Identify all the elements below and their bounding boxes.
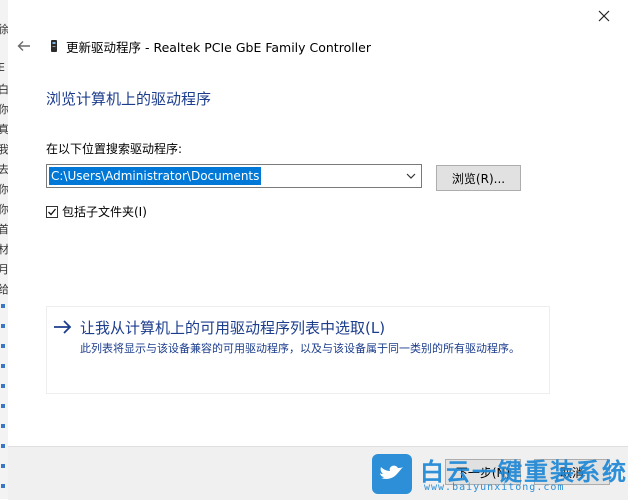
chevron-down-icon[interactable]	[405, 170, 417, 182]
network-adapter-icon	[51, 40, 57, 52]
bg-marker	[1, 384, 5, 388]
bg-marker	[1, 364, 5, 368]
search-location-label: 在以下位置搜索驱动程序:	[46, 142, 183, 156]
back-button[interactable]	[14, 36, 34, 56]
bg-marker	[1, 404, 5, 408]
bg-marker	[1, 444, 5, 448]
update-driver-dialog: 更新驱动程序 - Realtek PCIe GbE Family Control…	[8, 0, 628, 500]
pick-from-list-option[interactable]: 让我从计算机上的可用驱动程序列表中选取(L) 此列表将显示与该设备兼容的可用驱动…	[46, 306, 550, 394]
pick-from-list-description: 此列表将显示与该设备兼容的可用驱动程序，以及与该设备属于同一类别的所有驱动程序。	[80, 342, 520, 355]
back-arrow-icon	[17, 41, 30, 51]
driver-path-value[interactable]: C:\Users\Administrator\Documents	[49, 167, 262, 185]
close-icon	[598, 10, 610, 22]
dialog-title: 更新驱动程序 - Realtek PCIe GbE Family Control…	[66, 39, 371, 55]
checkmark-icon	[48, 208, 57, 215]
bg-marker	[1, 324, 5, 328]
driver-path-combobox[interactable]: C:\Users\Administrator\Documents	[46, 164, 422, 188]
bg-marker	[1, 424, 5, 428]
include-subfolders-label: 包括子文件夹(I)	[62, 205, 147, 219]
bg-marker	[1, 304, 5, 308]
bg-fragment: E	[0, 62, 5, 73]
watermark-url: www.baiyunxitong.com	[424, 482, 565, 493]
page-heading: 浏览计算机上的驱动程序	[46, 90, 212, 108]
bird-logo-shape	[380, 465, 403, 479]
bg-marker	[1, 464, 5, 468]
arrow-right-icon	[54, 320, 72, 334]
bird-logo-icon	[372, 454, 412, 494]
close-button[interactable]	[594, 6, 614, 26]
bg-marker	[1, 484, 5, 488]
include-subfolders-option[interactable]: 包括子文件夹(I)	[46, 203, 147, 220]
include-subfolders-checkbox[interactable]	[46, 205, 58, 218]
pick-from-list-link[interactable]: 让我从计算机上的可用驱动程序列表中选取(L)	[80, 317, 385, 338]
bg-marker	[1, 344, 5, 348]
dialog-title-row: 更新驱动程序 - Realtek PCIe GbE Family Control…	[48, 36, 371, 56]
browse-button[interactable]: 浏览(R)...	[436, 165, 521, 191]
site-watermark: 白云一键重装系统 www.baiyunxitong.com	[368, 450, 626, 496]
